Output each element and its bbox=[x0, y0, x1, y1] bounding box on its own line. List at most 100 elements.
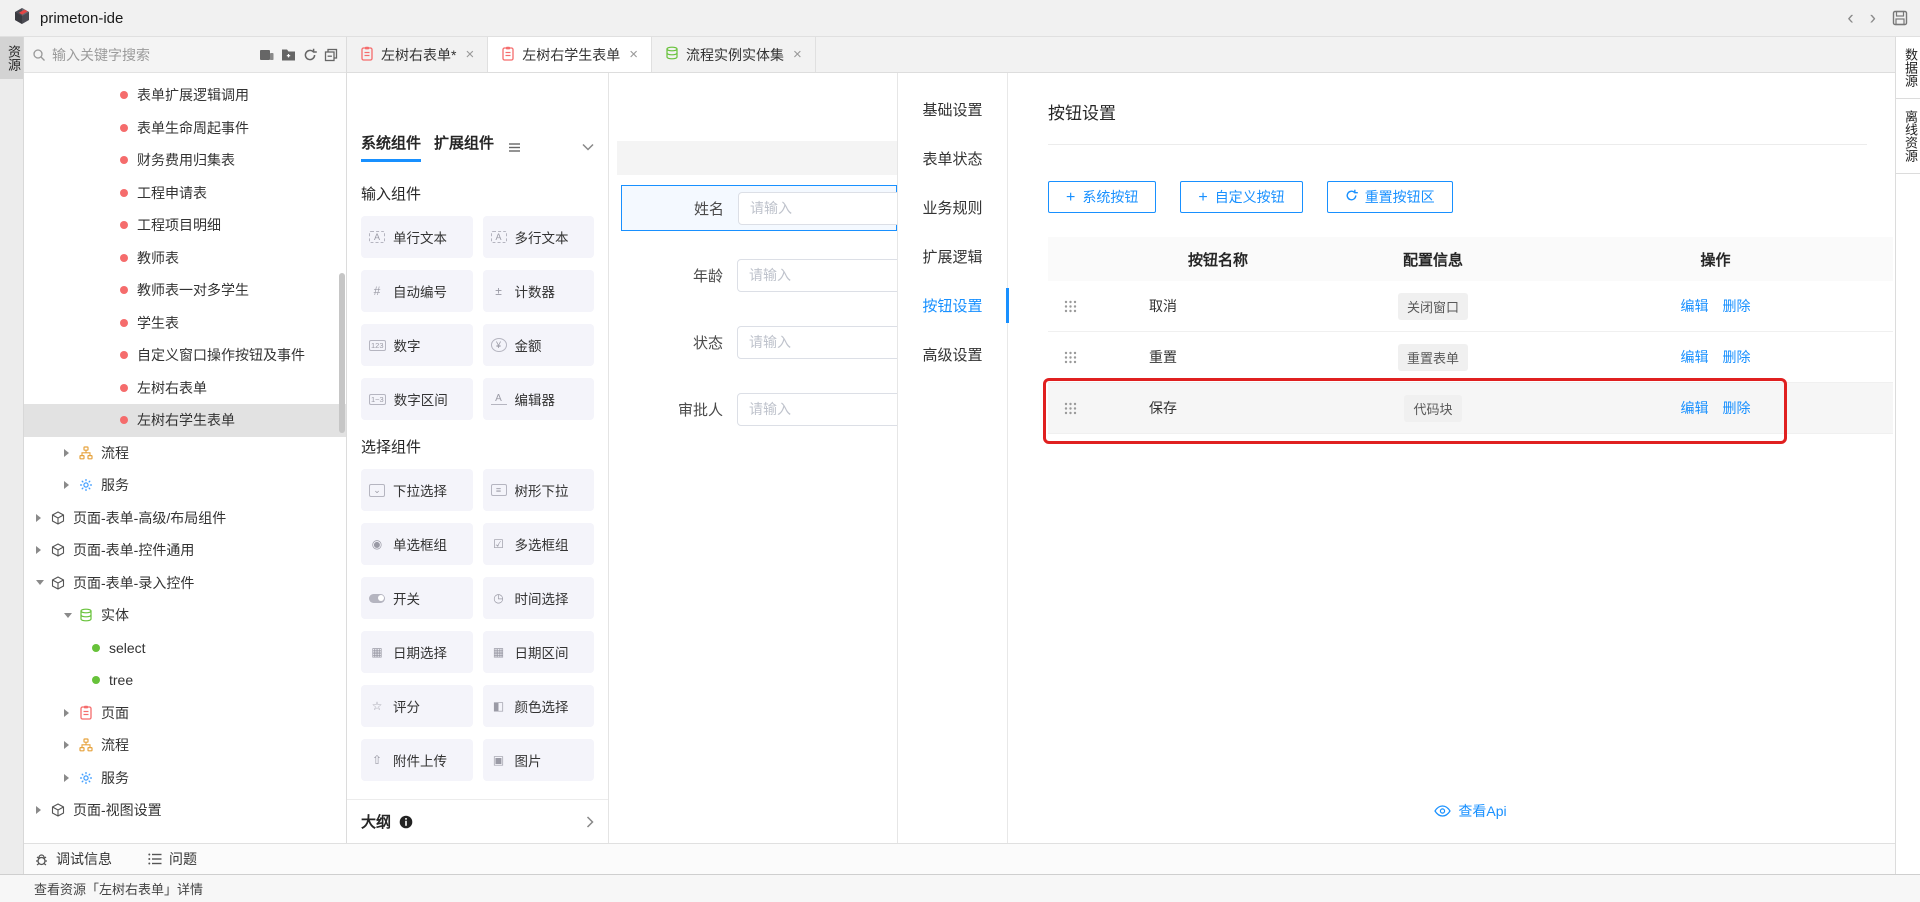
chevron-down-icon[interactable] bbox=[582, 143, 594, 151]
action-button[interactable]: 重置按钮区 bbox=[1327, 181, 1453, 213]
caret-icon[interactable] bbox=[36, 546, 50, 554]
caret-icon[interactable] bbox=[64, 481, 78, 489]
component-item[interactable]: ≡ 树形下拉 bbox=[483, 469, 595, 511]
collapse-icon[interactable] bbox=[324, 48, 338, 62]
component-item[interactable]: ◷ 时间选择 bbox=[483, 577, 595, 619]
edit-link[interactable]: 编辑 bbox=[1681, 296, 1709, 316]
toolbar-item[interactable]: 问题 bbox=[148, 849, 197, 869]
settings-nav-item[interactable]: 基础设置 bbox=[898, 85, 1007, 134]
component-item[interactable]: A 多行文本 bbox=[483, 216, 595, 258]
edit-link[interactable]: 编辑 bbox=[1681, 398, 1709, 418]
delete-link[interactable]: 删除 bbox=[1723, 347, 1751, 367]
component-item[interactable]: ¥ 金额 bbox=[483, 324, 595, 366]
caret-icon[interactable] bbox=[36, 514, 50, 522]
drag-handle-icon[interactable] bbox=[1048, 351, 1108, 364]
activity-tab-resources[interactable]: 资源 bbox=[0, 37, 23, 79]
tree-item[interactable]: 表单生命周起事件 bbox=[24, 112, 346, 145]
edit-link[interactable]: 编辑 bbox=[1681, 347, 1709, 367]
refresh-icon[interactable] bbox=[303, 48, 317, 62]
tree-item[interactable]: 页面-表单-高级/布局组件 bbox=[24, 502, 346, 535]
tree-item[interactable]: 学生表 bbox=[24, 307, 346, 340]
forward-icon[interactable]: › bbox=[1870, 9, 1876, 28]
caret-icon[interactable] bbox=[64, 709, 78, 717]
tree-item[interactable]: 页面 bbox=[24, 697, 346, 730]
tree-item[interactable]: 实体 bbox=[24, 599, 346, 632]
tree-item[interactable]: tree bbox=[24, 664, 346, 697]
settings-nav-item[interactable]: 扩展逻辑 bbox=[898, 232, 1007, 281]
component-item[interactable]: A 单行文本 bbox=[361, 216, 473, 258]
component-item[interactable]: ▦ 日期选择 bbox=[361, 631, 473, 673]
drag-handle-icon[interactable] bbox=[1048, 402, 1108, 415]
tree-item[interactable]: select bbox=[24, 632, 346, 665]
tree-item[interactable]: 左树右表单 bbox=[24, 372, 346, 405]
close-icon[interactable]: × bbox=[465, 46, 474, 63]
form-field-row[interactable]: 姓名 请输入 bbox=[621, 185, 897, 231]
component-item[interactable]: ± 计数器 bbox=[483, 270, 595, 312]
action-button[interactable]: + 自定义按钮 bbox=[1180, 181, 1302, 213]
caret-icon[interactable] bbox=[64, 613, 78, 618]
caret-icon[interactable] bbox=[64, 741, 78, 749]
tree-item[interactable]: 页面-表单-控件通用 bbox=[24, 534, 346, 567]
caret-icon[interactable] bbox=[64, 774, 78, 782]
drag-handle-icon[interactable] bbox=[1048, 300, 1108, 313]
close-icon[interactable]: × bbox=[629, 46, 638, 63]
editor-tab[interactable]: 流程实例实体集 × bbox=[652, 37, 816, 72]
view-api-link[interactable]: 查看Api bbox=[1048, 801, 1893, 821]
field-input[interactable]: 请输入 bbox=[738, 192, 897, 225]
tree-item[interactable]: 工程项目明细 bbox=[24, 209, 346, 242]
component-item[interactable]: ▣ 图片 bbox=[483, 739, 595, 781]
settings-nav-item[interactable]: 业务规则 bbox=[898, 183, 1007, 232]
field-input[interactable]: 请输入 bbox=[737, 259, 897, 292]
component-item[interactable]: ◧ 颜色选择 bbox=[483, 685, 595, 727]
tree-item[interactable]: 流程 bbox=[24, 729, 346, 762]
tree-item[interactable]: 页面-表单-录入控件 bbox=[24, 567, 346, 600]
field-input[interactable]: 请输入 bbox=[737, 326, 897, 359]
settings-nav-item[interactable]: 高级设置 bbox=[898, 330, 1007, 379]
delete-link[interactable]: 删除 bbox=[1723, 398, 1751, 418]
tree-scrollbar[interactable] bbox=[339, 273, 345, 433]
settings-nav-item[interactable]: 按钮设置 bbox=[898, 281, 1007, 330]
action-button[interactable]: + 系统按钮 bbox=[1048, 181, 1156, 213]
component-item[interactable]: A 编辑器 bbox=[483, 378, 595, 420]
tree-item[interactable]: 自定义窗口操作按钮及事件 bbox=[24, 339, 346, 372]
tree-item[interactable]: 教师表 bbox=[24, 242, 346, 275]
component-item[interactable]: 开关 bbox=[361, 577, 473, 619]
close-icon[interactable]: × bbox=[793, 46, 802, 63]
form-field-row[interactable]: 审批人 请输入 bbox=[609, 386, 897, 432]
field-input[interactable]: 请输入 bbox=[737, 393, 897, 426]
tree-item[interactable]: 表单扩展逻辑调用 bbox=[24, 79, 346, 112]
save-icon[interactable] bbox=[1892, 10, 1908, 26]
right-bar-tab[interactable]: 数据源 bbox=[1896, 37, 1920, 99]
component-item[interactable]: # 自动编号 bbox=[361, 270, 473, 312]
tree-item[interactable]: 页面-视图设置 bbox=[24, 794, 346, 827]
component-item[interactable]: ⇧ 附件上传 bbox=[361, 739, 473, 781]
caret-icon[interactable] bbox=[36, 580, 50, 585]
delete-link[interactable]: 删除 bbox=[1723, 296, 1751, 316]
right-bar-tab[interactable]: 离线资源 bbox=[1896, 99, 1920, 174]
tree-item[interactable]: 财务费用归集表 bbox=[24, 144, 346, 177]
tree-item[interactable]: 服务 bbox=[24, 469, 346, 502]
tree-item[interactable]: 流程 bbox=[24, 437, 346, 470]
editor-tab[interactable]: 左树右表单* × bbox=[347, 37, 488, 72]
new-folder-icon[interactable] bbox=[281, 48, 296, 61]
component-item[interactable]: 123 数字 bbox=[361, 324, 473, 366]
toolbar-item[interactable]: 调试信息 bbox=[34, 849, 112, 869]
component-tab[interactable]: 系统组件 bbox=[361, 132, 421, 162]
tree-item[interactable]: 左树右学生表单 bbox=[24, 404, 346, 437]
caret-icon[interactable] bbox=[64, 449, 78, 457]
form-field-row[interactable]: 状态 请输入 bbox=[609, 319, 897, 365]
chevron-right-icon[interactable] bbox=[586, 816, 594, 828]
tree-item[interactable]: 工程申请表 bbox=[24, 177, 346, 210]
caret-icon[interactable] bbox=[36, 806, 50, 814]
form-field-row[interactable]: 年龄 请输入 bbox=[609, 252, 897, 298]
component-item[interactable]: 1~3 数字区间 bbox=[361, 378, 473, 420]
component-item[interactable]: ☑ 多选框组 bbox=[483, 523, 595, 565]
menu-icon[interactable] bbox=[509, 143, 520, 152]
component-item[interactable]: ☆ 评分 bbox=[361, 685, 473, 727]
editor-tab[interactable]: 左树右学生表单 × bbox=[488, 37, 652, 72]
tree-item[interactable]: 教师表一对多学生 bbox=[24, 274, 346, 307]
component-item[interactable]: ▦ 日期区间 bbox=[483, 631, 595, 673]
import-icon[interactable] bbox=[259, 48, 274, 62]
component-tab[interactable]: 扩展组件 bbox=[434, 132, 494, 162]
back-icon[interactable]: ‹ bbox=[1847, 9, 1853, 28]
